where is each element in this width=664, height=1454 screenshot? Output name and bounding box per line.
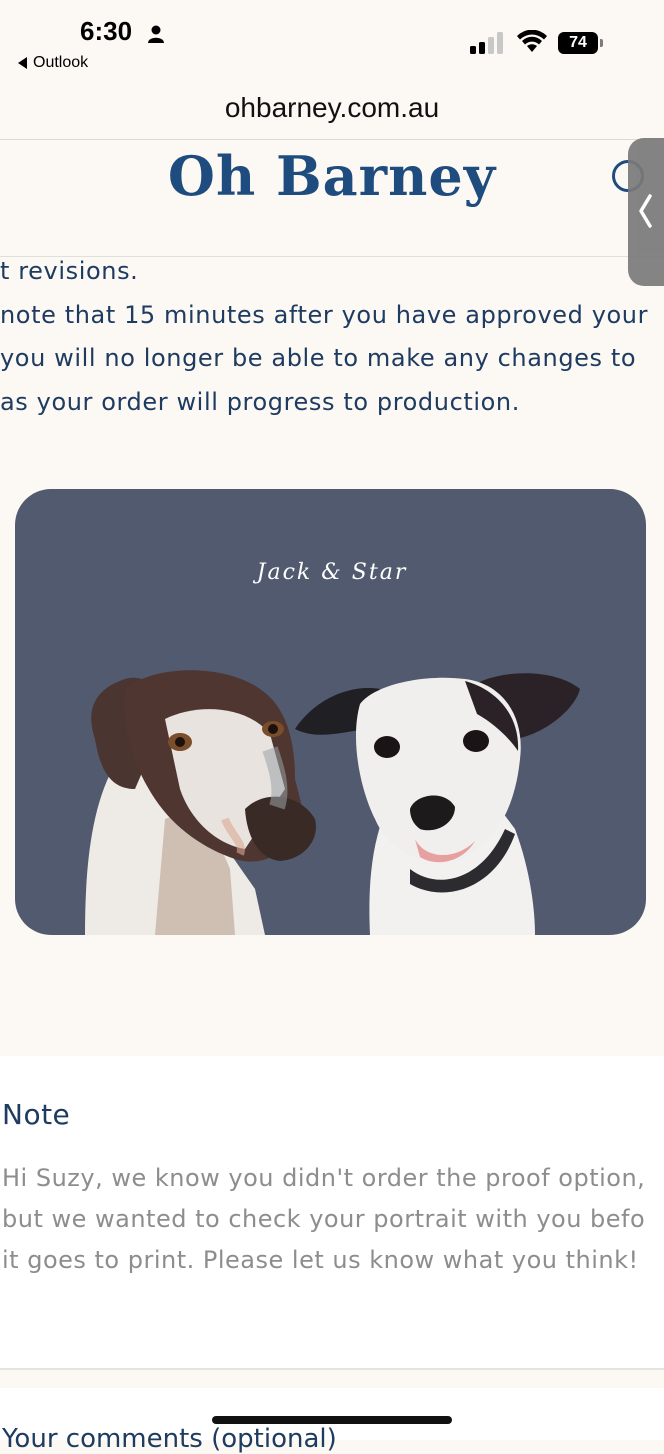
portrait-title: Jack & Star [256, 560, 408, 585]
back-arrow-icon [18, 56, 27, 69]
side-panel-toggle[interactable] [628, 138, 664, 286]
left-dog-illustration [85, 670, 316, 935]
cellular-signal-icon [470, 32, 503, 54]
status-time: 6:30 [80, 16, 133, 46]
address-bar-url[interactable]: ohbarney.com.au [0, 92, 664, 124]
note-line: Hi Suzy, we know you didn't order the pr… [2, 1164, 646, 1192]
battery-indicator: 74 [558, 32, 606, 56]
site-logo[interactable]: Oh Barney [0, 144, 664, 208]
right-dog-illustration [295, 673, 580, 935]
battery-nub [600, 39, 603, 47]
text-line: t revisions. [0, 257, 139, 285]
text-line: as your order will progress to productio… [0, 387, 520, 416]
dog-portrait-image [85, 670, 580, 935]
battery-level: 74 [558, 32, 598, 54]
status-bar: 6:30 Outlook 74 ohbarney.com.au [0, 0, 664, 123]
person-icon [148, 25, 164, 43]
note-heading: Note [2, 1098, 71, 1131]
wifi-icon [517, 30, 547, 52]
text-line: you will no longer be able to make any c… [0, 344, 637, 372]
note-line: it goes to print. Please let us know wha… [2, 1246, 639, 1274]
section-divider [0, 1368, 664, 1370]
home-indicator[interactable] [212, 1416, 452, 1424]
comments-label: Your comments (optional) [2, 1424, 337, 1454]
revision-info-text: t revisions. note that 15 minutes after … [0, 250, 664, 424]
note-message: Hi Suzy, we know you didn't order the pr… [2, 1158, 664, 1281]
text-line: note that 15 minutes after you have appr… [0, 300, 649, 329]
note-line: but we wanted to check your portrait wit… [2, 1205, 646, 1233]
back-to-app-button[interactable]: Outlook [18, 54, 88, 72]
browser-divider [0, 139, 664, 140]
chevron-left-icon [639, 194, 652, 228]
back-app-label: Outlook [33, 54, 89, 71]
